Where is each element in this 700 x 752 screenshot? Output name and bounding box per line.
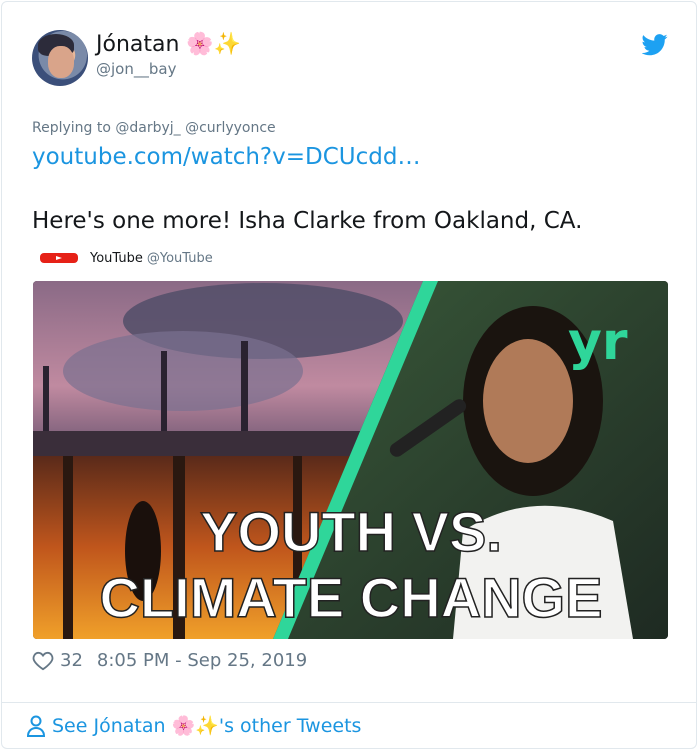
thumbnail-artwork: yr YOUTH VS. CLIMATE CHANGE [33,281,668,639]
tweet-meta: 32 8:05 PM - Sep 25, 2019 [32,650,307,671]
author-name[interactable]: Jónatan 🌸✨ [96,32,241,57]
see-other-tweets-label: See Jónatan 🌸✨'s other Tweets [52,715,362,737]
video-thumbnail[interactable]: yr YOUTH VS. CLIMATE CHANGE [33,281,668,639]
author-handle[interactable]: @jon__bay [96,60,176,78]
like-count[interactable]: 32 [60,650,83,671]
youtube-logo-icon [40,253,78,263]
heart-icon[interactable] [32,651,54,671]
divider [1,702,697,703]
embed-source[interactable]: YouTube @YouTube [40,248,213,268]
embed-source-name: YouTube [90,250,143,266]
thumbnail-headline-2: CLIMATE CHANGE [100,566,603,629]
tweet-text: Here's one more! Isha Clarke from Oaklan… [32,208,583,234]
timestamp[interactable]: 8:05 PM - Sep 25, 2019 [97,650,307,671]
person-icon [26,715,46,737]
thumbnail-headline-1: YOUTH VS. [200,500,502,563]
replying-to[interactable]: Replying to @darbyj_ @curlyyonce [32,120,276,136]
avatar[interactable] [32,30,88,86]
avatar-face [48,46,74,78]
thumbnail-logo: yr [568,312,628,372]
tweet-link[interactable]: youtube.com/watch?v=DCUcdd… [32,144,420,170]
twitter-bird-icon[interactable] [642,34,668,56]
embed-source-handle: @YouTube [146,250,213,266]
see-other-tweets-link[interactable]: See Jónatan 🌸✨'s other Tweets [26,714,361,737]
